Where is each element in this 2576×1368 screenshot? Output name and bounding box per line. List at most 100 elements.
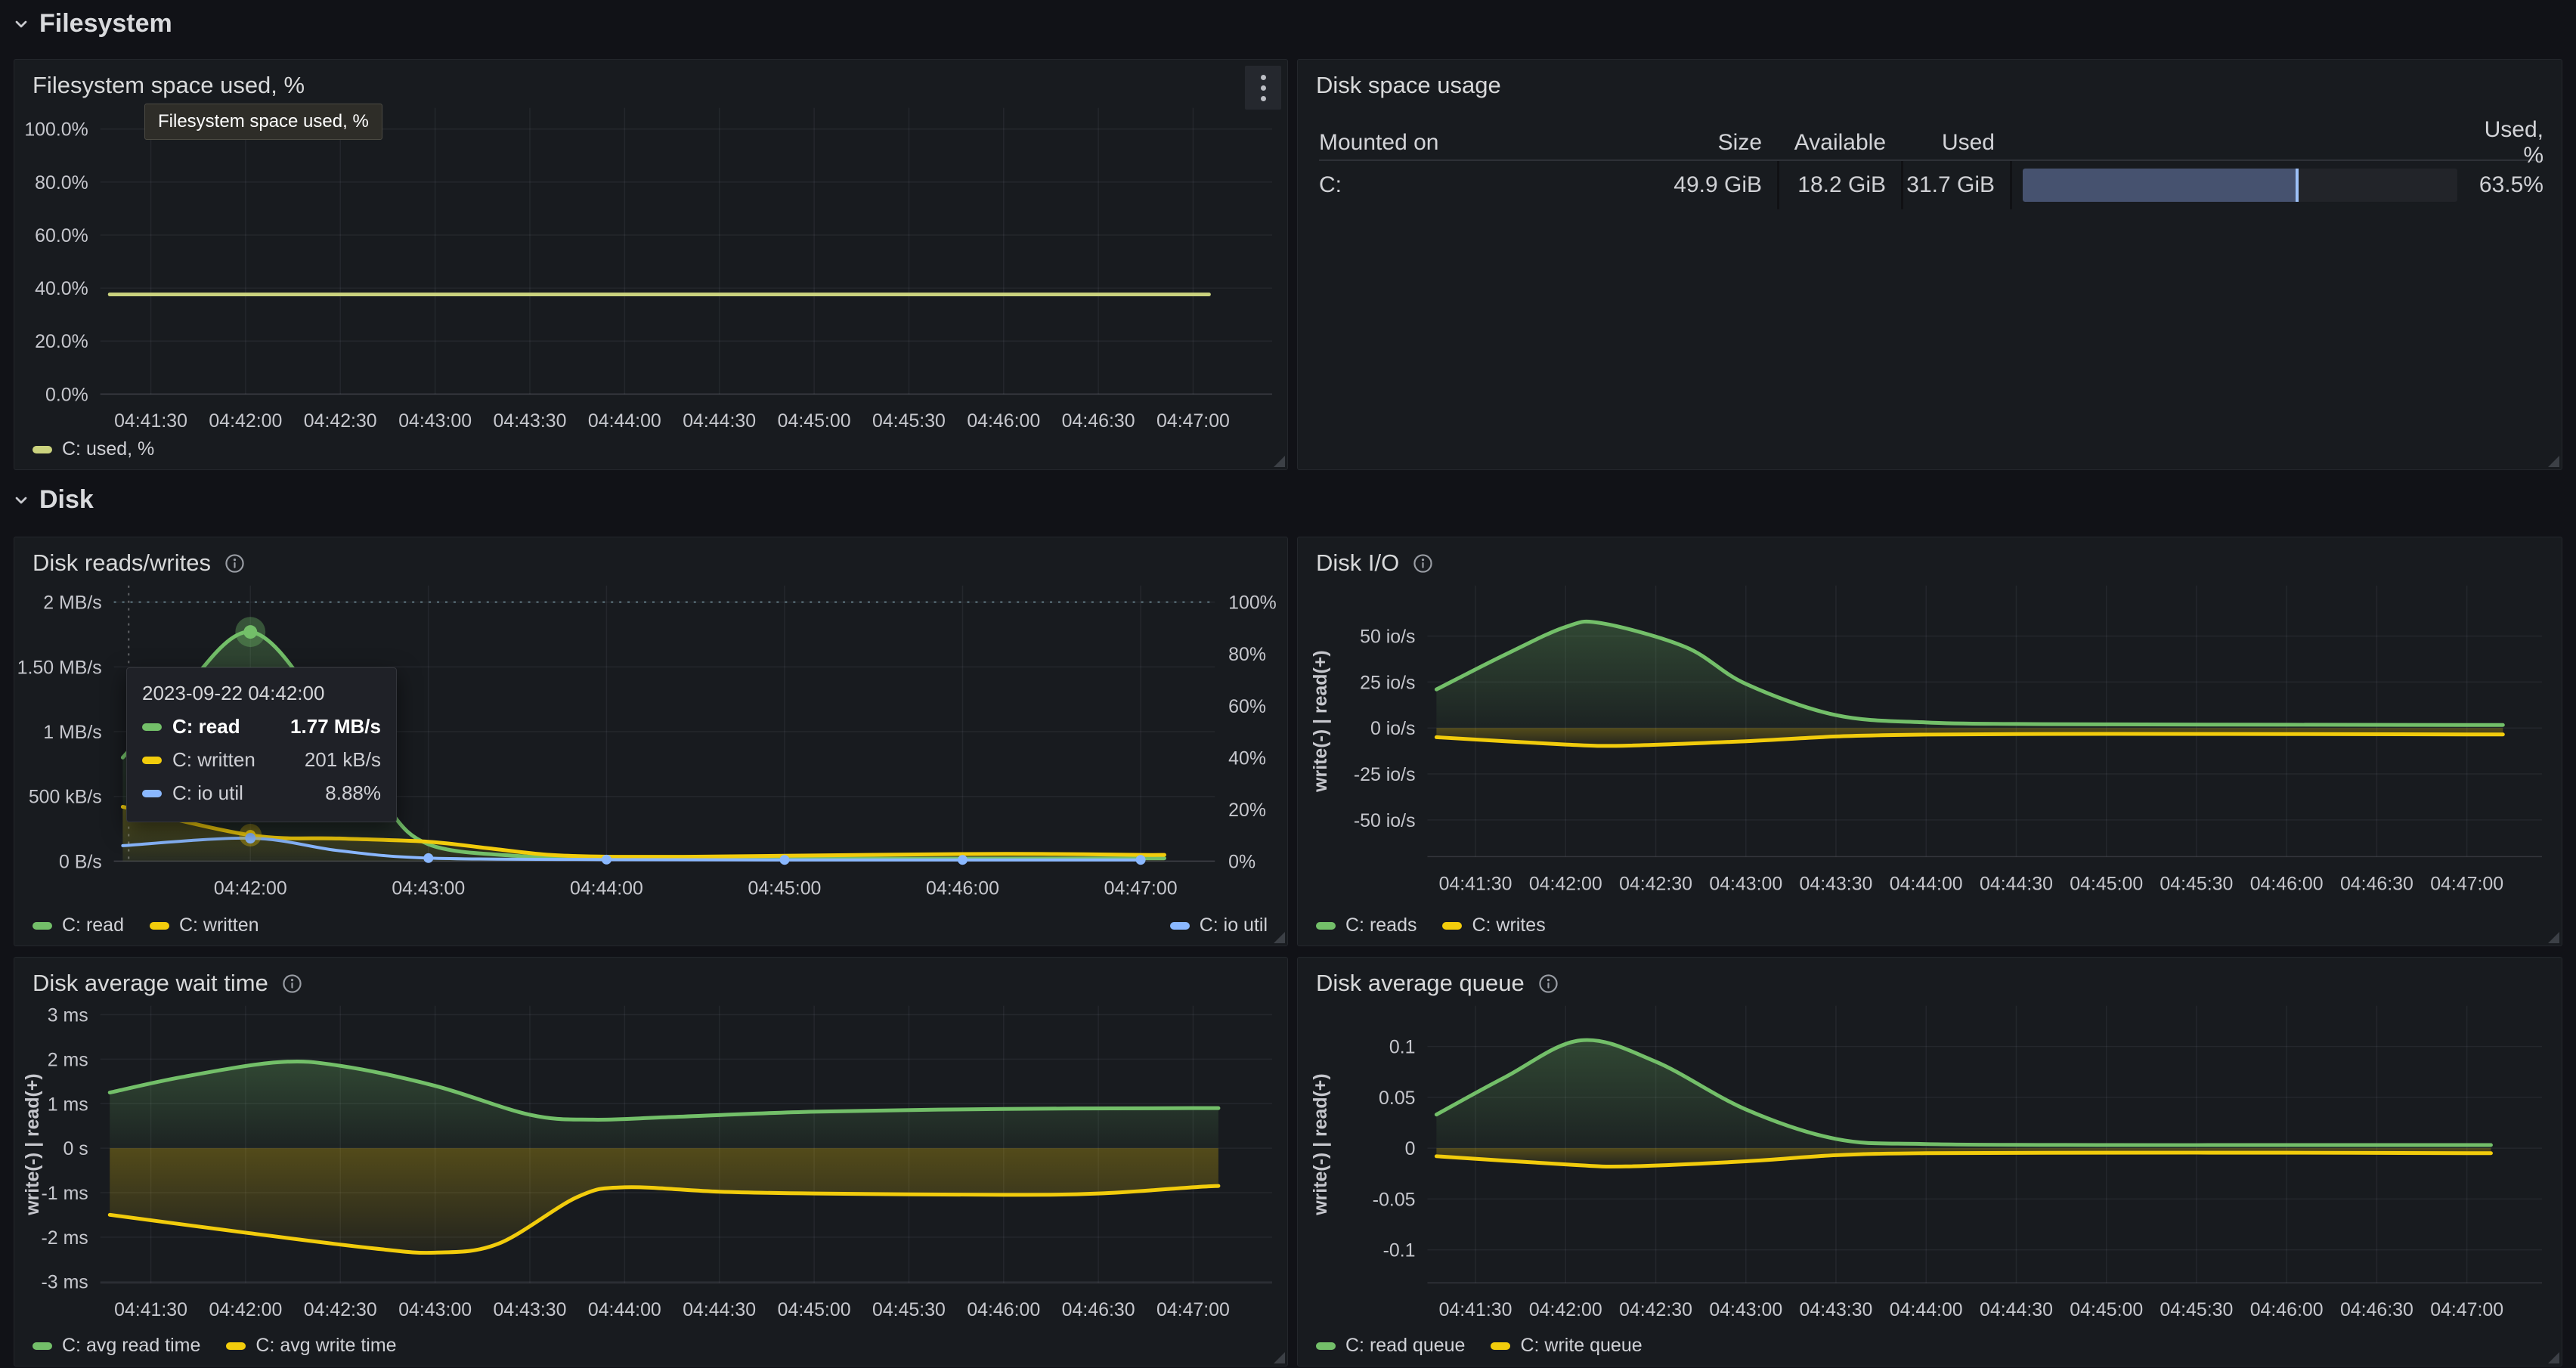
- disk-queue-chart[interactable]: 04:41:3004:42:0004:42:3004:43:0004:43:30…: [1298, 958, 2562, 1366]
- tooltip-swatch: [142, 723, 162, 731]
- legend-label: C: writes: [1472, 915, 1545, 936]
- info-icon[interactable]: [1538, 973, 1559, 994]
- svg-text:04:46:00: 04:46:00: [2250, 873, 2324, 894]
- svg-text:0.0%: 0.0%: [45, 384, 88, 405]
- resize-handle[interactable]: [2548, 456, 2559, 467]
- legend-swatch: [33, 1342, 52, 1350]
- svg-text:-50 io/s: -50 io/s: [1354, 810, 1416, 831]
- svg-text:04:42:00: 04:42:00: [1529, 873, 1602, 894]
- svg-text:04:44:00: 04:44:00: [1890, 1299, 1963, 1320]
- svg-text:04:44:00: 04:44:00: [1890, 873, 1963, 894]
- cell-available: 18.2 GiB: [1777, 161, 1901, 209]
- panel-disk-space-usage: Disk space usage Mounted on Size Availab…: [1297, 59, 2562, 470]
- svg-text:0 B/s: 0 B/s: [59, 851, 102, 872]
- svg-text:04:46:00: 04:46:00: [967, 1299, 1040, 1320]
- svg-text:04:42:30: 04:42:30: [304, 410, 377, 432]
- legend-item[interactable]: C: used, %: [33, 438, 154, 460]
- svg-text:-0.1: -0.1: [1383, 1240, 1416, 1261]
- tooltip-row: C: io util8.88%: [142, 781, 381, 805]
- svg-text:write(-) | read(+): write(-) | read(+): [1310, 1073, 1331, 1215]
- svg-text:04:45:30: 04:45:30: [2160, 1299, 2233, 1320]
- chart-tooltip: 2023-09-22 04:42:00 C: read1.77 MB/sC: w…: [126, 667, 397, 822]
- panel-hover-tooltip: Filesystem space used, %: [144, 104, 382, 140]
- legend-item[interactable]: C: read queue: [1316, 1335, 1465, 1357]
- col-size[interactable]: Size: [1653, 130, 1777, 156]
- table-row[interactable]: C: 49.9 GiB 18.2 GiB 31.7 GiB 63.5%: [1319, 161, 2543, 209]
- legend-label: C: avg write time: [255, 1335, 396, 1357]
- legend-swatch: [33, 446, 52, 453]
- svg-text:0.1: 0.1: [1389, 1037, 1416, 1058]
- disk-io-chart[interactable]: 04:41:3004:42:0004:42:3004:43:0004:43:30…: [1298, 537, 2562, 946]
- legend-label: C: reads: [1345, 915, 1416, 936]
- svg-text:1 MB/s: 1 MB/s: [43, 722, 101, 743]
- chevron-down-icon: [12, 491, 30, 509]
- legend-item[interactable]: C: write queue: [1491, 1335, 1642, 1357]
- cell-used-pct: 63.5%: [2463, 161, 2543, 209]
- legend-item[interactable]: C: avg read time: [33, 1335, 200, 1357]
- svg-text:1.50 MB/s: 1.50 MB/s: [17, 657, 102, 678]
- table-header: Mounted on Size Available Used Used, %: [1319, 117, 2543, 161]
- col-mounted-on[interactable]: Mounted on: [1319, 130, 1653, 156]
- panel-disk-io: Disk I/O 04:41:3004:42:0004:42:3004:43:0…: [1297, 537, 2562, 946]
- info-icon[interactable]: [1413, 553, 1433, 574]
- section-header-disk[interactable]: Disk: [12, 485, 94, 515]
- legend: C: read queue C: write queue: [1316, 1335, 1643, 1357]
- panel-title: Disk I/O: [1316, 549, 1399, 577]
- resize-handle[interactable]: [1274, 456, 1285, 467]
- cell-mounted-on: C:: [1319, 161, 1653, 209]
- svg-text:04:42:30: 04:42:30: [304, 1299, 377, 1320]
- legend-swatch: [1316, 1342, 1336, 1350]
- svg-text:04:46:30: 04:46:30: [1062, 410, 1135, 432]
- legend-swatch: [33, 922, 52, 930]
- panel-title: Disk reads/writes: [33, 549, 211, 577]
- svg-text:04:47:00: 04:47:00: [1156, 1299, 1230, 1320]
- disk-wait-chart[interactable]: 04:41:3004:42:0004:42:3004:43:0004:43:30…: [14, 958, 1287, 1366]
- svg-text:04:45:30: 04:45:30: [2160, 873, 2233, 894]
- info-icon[interactable]: [224, 553, 245, 574]
- svg-text:04:43:30: 04:43:30: [1800, 873, 1873, 894]
- resize-handle[interactable]: [1274, 1352, 1285, 1363]
- svg-text:04:44:30: 04:44:30: [683, 410, 756, 432]
- svg-text:04:42:00: 04:42:00: [1529, 1299, 1602, 1320]
- legend: C: reads C: writes: [1316, 915, 1546, 936]
- legend-item[interactable]: C: written: [150, 915, 259, 936]
- resize-handle[interactable]: [2548, 932, 2559, 943]
- legend-item[interactable]: C: read: [33, 915, 124, 936]
- resize-handle[interactable]: [2548, 1352, 2559, 1363]
- svg-text:2 ms: 2 ms: [48, 1049, 88, 1070]
- svg-text:04:44:30: 04:44:30: [1980, 1299, 2053, 1320]
- svg-text:50 io/s: 50 io/s: [1360, 627, 1415, 648]
- legend-item[interactable]: C: writes: [1442, 915, 1545, 936]
- legend-label: C: io util: [1200, 915, 1268, 936]
- panel-menu-button[interactable]: [1245, 66, 1281, 110]
- svg-text:04:43:00: 04:43:00: [392, 877, 465, 899]
- svg-text:20.0%: 20.0%: [35, 331, 88, 352]
- section-label: Disk: [39, 485, 94, 515]
- svg-text:2 MB/s: 2 MB/s: [43, 593, 101, 614]
- svg-text:04:45:30: 04:45:30: [872, 410, 946, 432]
- svg-text:20%: 20%: [1228, 800, 1266, 821]
- legend-item[interactable]: C: avg write time: [226, 1335, 396, 1357]
- legend-item[interactable]: C: reads: [1316, 915, 1416, 936]
- resize-handle[interactable]: [1274, 932, 1285, 943]
- cell-used: 31.7 GiB: [1901, 161, 2010, 209]
- svg-text:-25 io/s: -25 io/s: [1354, 764, 1416, 785]
- svg-text:04:47:00: 04:47:00: [1104, 877, 1178, 899]
- svg-text:04:45:00: 04:45:00: [778, 410, 851, 432]
- legend: C: read C: written: [33, 915, 259, 936]
- section-header-filesystem[interactable]: Filesystem: [12, 9, 172, 39]
- svg-text:80%: 80%: [1228, 644, 1266, 665]
- svg-text:0%: 0%: [1228, 851, 1255, 872]
- usage-bar-fill: [2023, 169, 2299, 202]
- svg-text:04:41:30: 04:41:30: [1439, 873, 1512, 894]
- col-available[interactable]: Available: [1777, 130, 1901, 156]
- col-used[interactable]: Used: [1901, 130, 2010, 156]
- svg-text:04:46:30: 04:46:30: [2340, 1299, 2413, 1320]
- legend: C: avg read time C: avg write time: [33, 1335, 397, 1357]
- panel-disk-reads-writes: Disk reads/writes 04:42:0004:43:0004:44:…: [14, 537, 1288, 946]
- info-icon[interactable]: [282, 973, 302, 994]
- legend-item[interactable]: C: io util: [1170, 915, 1268, 936]
- svg-text:04:45:00: 04:45:00: [778, 1299, 851, 1320]
- panel-title: Filesystem space used, %: [33, 72, 305, 99]
- chevron-down-icon: [12, 15, 30, 33]
